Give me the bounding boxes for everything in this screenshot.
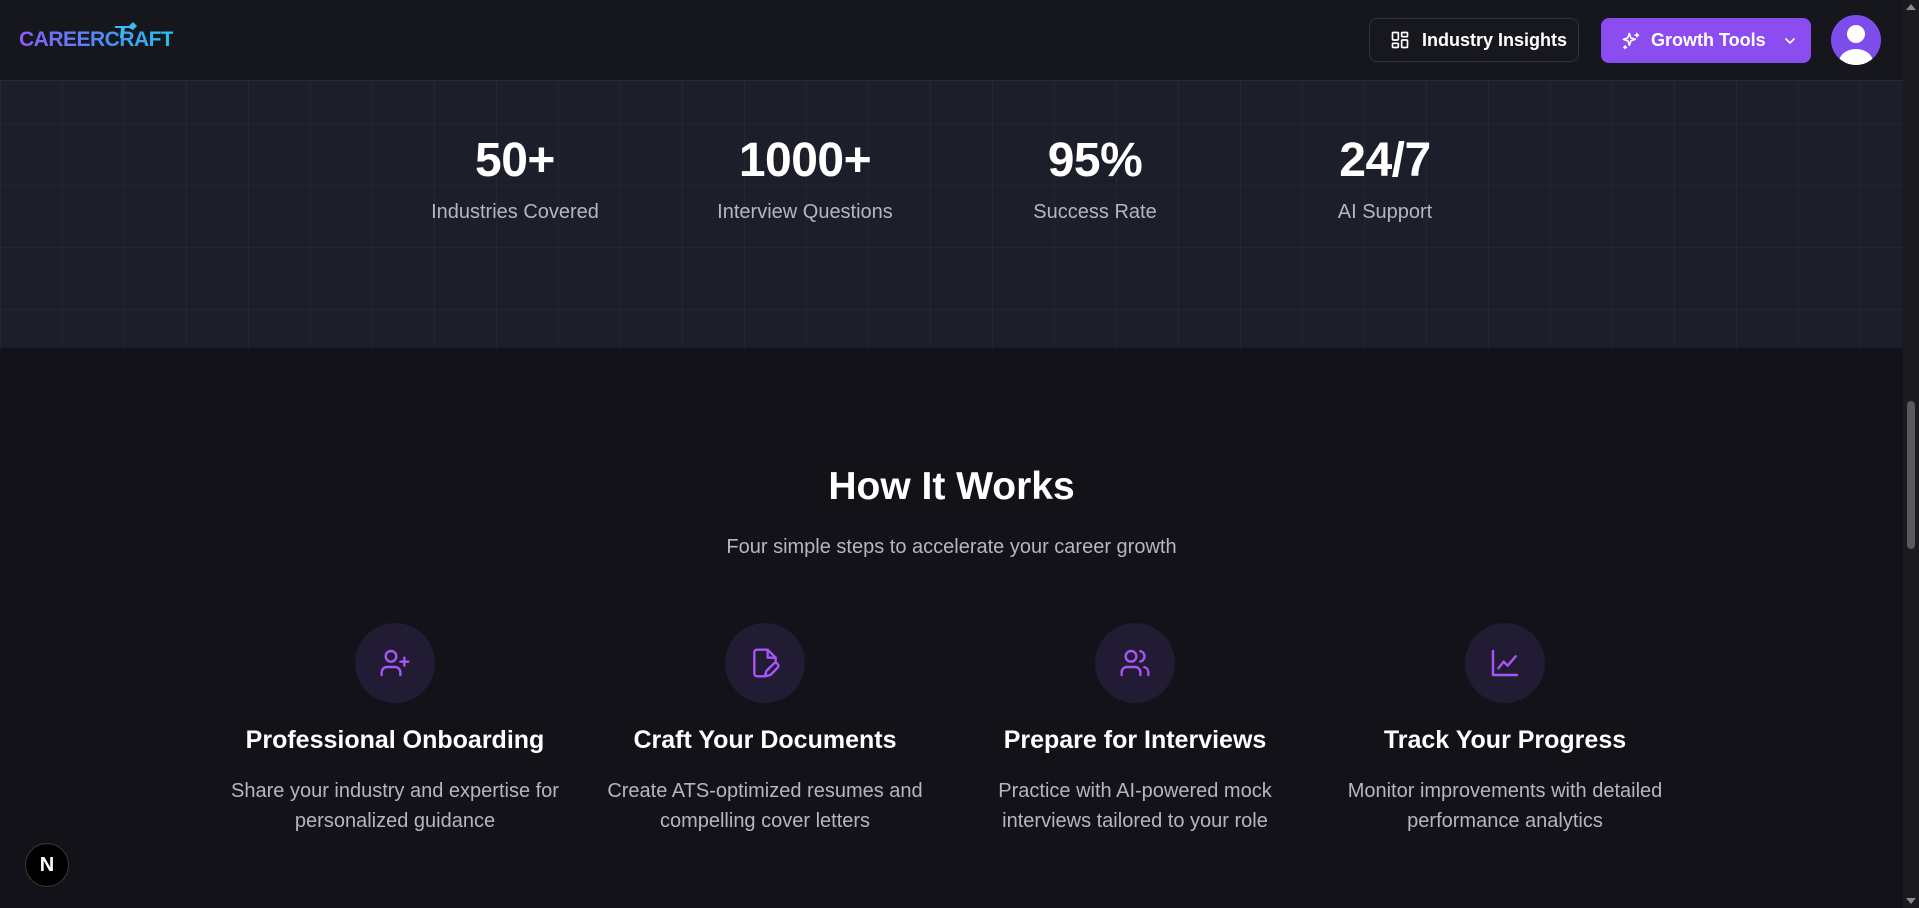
stat-value: 50+ (475, 134, 555, 187)
careercraft-logo[interactable]: CAREERCRAFT (19, 22, 173, 58)
stat-success-rate: 95% Success Rate (965, 137, 1225, 224)
top-navbar: CAREERCRAFT Industry Insights Growth Too… (0, 0, 1903, 81)
file-pen-icon (753, 648, 780, 678)
step-description: Practice with AI-powered mock interviews… (998, 780, 1272, 832)
growth-tools-label: Growth Tools (1651, 30, 1766, 50)
user-avatar[interactable] (1831, 15, 1881, 65)
chevron-down-icon (1784, 37, 1795, 44)
hammer-icon (115, 22, 137, 38)
step-icon-circle (725, 623, 805, 703)
industry-insights-button[interactable]: Industry Insights (1369, 18, 1579, 62)
nextjs-badge-letter: N (39, 853, 55, 876)
step-onboarding: Professional Onboarding Share your indus… (225, 623, 565, 836)
how-it-works-subtitle: Four simple steps to accelerate your car… (726, 536, 1177, 558)
step-icon-circle (1465, 623, 1545, 703)
step-description: Share your industry and expertise for pe… (231, 780, 559, 832)
step-title: Track Your Progress (1383, 726, 1627, 754)
scroll-up-arrow-icon[interactable] (1906, 4, 1916, 10)
stat-label: AI Support (1337, 201, 1433, 223)
industry-insights-label: Industry Insights (1422, 29, 1568, 50)
nextjs-dev-indicator[interactable]: N (25, 843, 69, 887)
user-silhouette-icon (1839, 25, 1873, 65)
scrollbar-thumb[interactable] (1907, 401, 1915, 549)
dashboard-grid-icon (1391, 31, 1409, 49)
stat-value: 24/7 (1339, 134, 1431, 187)
stat-value: 95% (1047, 134, 1143, 187)
step-interviews: Prepare for Interviews Practice with AI-… (965, 623, 1305, 836)
step-description: Monitor improvements with detailed perfo… (1347, 780, 1663, 832)
page-scrollbar[interactable] (1903, 0, 1919, 908)
stat-label: Industries Covered (431, 201, 599, 223)
line-chart-icon (1491, 649, 1519, 677)
stat-interview-questions: 1000+ Interview Questions (675, 137, 935, 224)
users-icon (1120, 649, 1150, 677)
step-icon-circle (355, 623, 435, 703)
sparkles-icon (1622, 32, 1640, 49)
step-documents: Craft Your Documents Create ATS-optimize… (595, 623, 935, 836)
stat-industries: 50+ Industries Covered (385, 137, 645, 224)
user-plus-icon (380, 649, 410, 677)
stat-label: Success Rate (1033, 201, 1157, 223)
stat-ai-support: 24/7 AI Support (1255, 137, 1515, 224)
step-description: Create ATS-optimized resumes and compell… (607, 780, 923, 832)
stat-value: 1000+ (738, 134, 872, 187)
stat-label: Interview Questions (717, 201, 893, 223)
logo-text: CAREERCRAFT (19, 28, 174, 51)
step-title: Prepare for Interviews (1003, 726, 1267, 754)
step-icon-circle (1095, 623, 1175, 703)
step-title: Professional Onboarding (245, 726, 545, 754)
scroll-down-arrow-icon[interactable] (1906, 898, 1916, 904)
step-progress: Track Your Progress Monitor improvements… (1335, 623, 1675, 836)
stats-section: 50+ Industries Covered 1000+ Interview Q… (0, 81, 1903, 348)
growth-tools-button[interactable]: Growth Tools (1601, 18, 1811, 63)
step-title: Craft Your Documents (633, 726, 897, 754)
how-it-works-title: How It Works (828, 465, 1075, 508)
